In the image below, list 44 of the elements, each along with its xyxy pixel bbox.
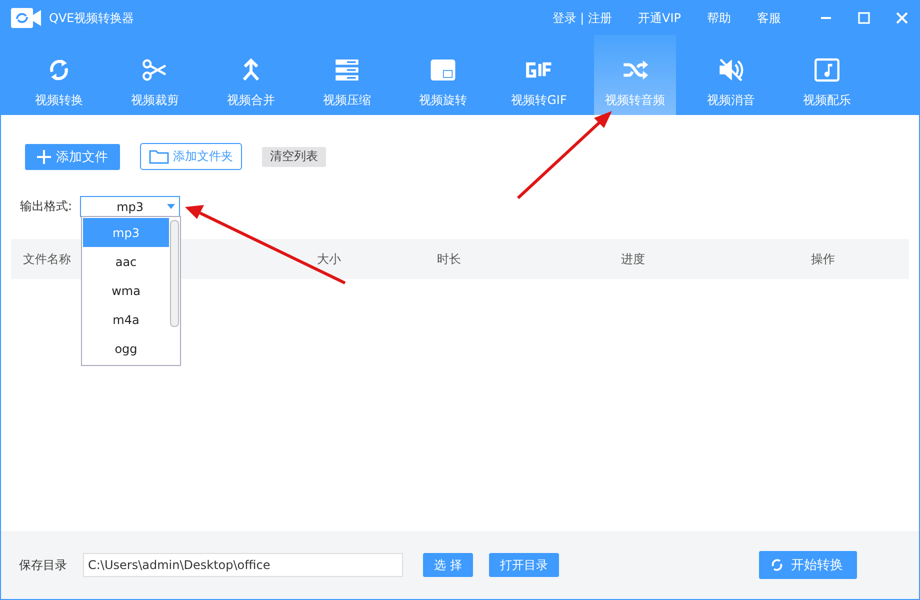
output-format-label: 输出格式: [20, 198, 72, 215]
column-header: 大小 [317, 250, 341, 268]
window-title: QVE视频转换器 [49, 10, 136, 26]
add-folder-button[interactable]: 添加文件夹 [140, 143, 242, 170]
column-header: 进度 [621, 250, 645, 268]
format-option[interactable]: aac [83, 247, 169, 276]
plus-icon [37, 150, 51, 164]
tool-tab[interactable]: 视频转音频 [594, 35, 676, 115]
music-note-icon [813, 56, 841, 84]
tool-tab[interactable]: 视频配乐 [779, 35, 875, 115]
tool-tab[interactable]: 视频转GIF [491, 35, 587, 115]
column-header: 时长 [437, 250, 461, 268]
column-header: 文件名称 [23, 250, 71, 268]
open-folder-button[interactable]: 打开目录 [488, 553, 559, 577]
tool-tab[interactable]: 视频压缩 [299, 35, 395, 115]
format-dropdown[interactable]: mp3 [80, 196, 180, 217]
header-link[interactable]: 客服 [757, 10, 781, 26]
format-option[interactable]: mp3 [83, 218, 169, 247]
folder-icon [149, 149, 169, 164]
refresh-icon [769, 557, 785, 573]
tool-tab[interactable]: 视频转换 [11, 35, 107, 115]
app-logo-icon [11, 8, 41, 28]
column-header: 操作 [811, 250, 835, 268]
format-option[interactable]: m4a [83, 305, 169, 334]
choose-button[interactable]: 选 择 [423, 553, 473, 577]
save-path-field[interactable]: C:\Users\admin\Desktop\office [83, 553, 403, 577]
tool-tab[interactable]: 视频消音 [683, 35, 779, 115]
header-link[interactable]: 登录 | 注册 [552, 10, 612, 26]
maximize-icon[interactable] [857, 11, 871, 25]
muted-speaker-icon [717, 56, 745, 84]
save-folder-label: 保存目录 [19, 556, 67, 574]
scrollbar[interactable] [170, 220, 179, 327]
add-file-button[interactable]: 添加文件 [25, 144, 120, 170]
format-option[interactable]: ogg [83, 334, 169, 363]
tool-tab[interactable]: 视频合并 [203, 35, 299, 115]
tool-tab[interactable]: 视频裁剪 [107, 35, 203, 115]
close-icon[interactable] [895, 11, 909, 25]
header-link[interactable]: 开通VIP [638, 10, 681, 26]
tool-tab[interactable]: 视频旋转 [395, 35, 491, 115]
caret-icon [167, 204, 176, 209]
format-option[interactable]: wma [83, 276, 169, 305]
start-convert-button[interactable]: 开始转换 [759, 551, 857, 579]
header-link[interactable]: 帮助 [707, 10, 731, 26]
clear-list-button[interactable]: 清空列表 [262, 146, 326, 166]
